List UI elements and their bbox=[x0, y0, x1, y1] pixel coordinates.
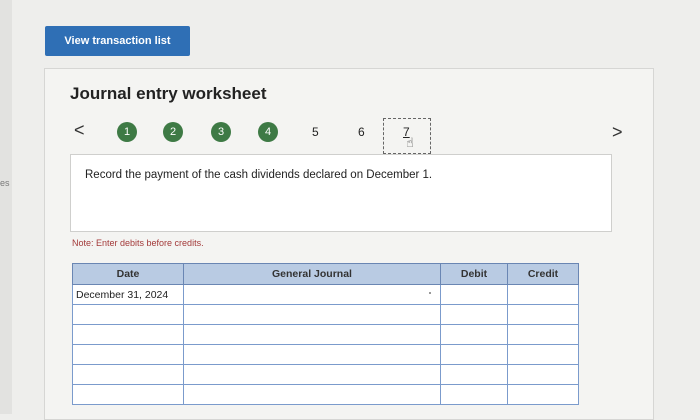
step-5[interactable]: 5 bbox=[312, 122, 319, 142]
debit-cell[interactable] bbox=[440, 384, 508, 405]
left-sidebar-strip bbox=[0, 0, 12, 414]
credit-cell[interactable] bbox=[507, 364, 579, 385]
debit-cell[interactable] bbox=[440, 324, 508, 345]
step-2-completed[interactable]: 2 bbox=[163, 122, 183, 142]
general-journal-header: General Journal bbox=[183, 263, 441, 285]
instruction-text: Record the payment of the cash dividends… bbox=[85, 169, 433, 181]
account-cell[interactable] bbox=[183, 324, 441, 345]
account-cell[interactable] bbox=[183, 384, 441, 405]
debit-input[interactable] bbox=[444, 366, 504, 383]
table-row bbox=[72, 384, 579, 405]
prev-step-arrow[interactable]: < bbox=[74, 120, 85, 140]
credit-input[interactable] bbox=[511, 386, 575, 403]
credit-cell[interactable] bbox=[507, 344, 579, 365]
date-cell bbox=[72, 344, 184, 365]
next-step-arrow[interactable]: > bbox=[612, 122, 623, 142]
step-6[interactable]: 6 bbox=[358, 122, 365, 142]
view-transaction-list-button[interactable]: View transaction list bbox=[45, 26, 190, 56]
debit-header: Debit bbox=[440, 263, 508, 285]
debit-cell[interactable] bbox=[440, 344, 508, 365]
date-cell bbox=[72, 364, 184, 385]
account-cell[interactable] bbox=[183, 344, 441, 365]
table-row bbox=[72, 364, 579, 385]
debit-input[interactable] bbox=[444, 386, 504, 403]
credit-input[interactable] bbox=[511, 286, 575, 303]
date-cell bbox=[72, 384, 184, 405]
account-input[interactable] bbox=[187, 386, 437, 403]
debit-input[interactable] bbox=[444, 306, 504, 323]
credit-input[interactable] bbox=[511, 346, 575, 363]
credit-input[interactable] bbox=[511, 366, 575, 383]
journal-table: Date General Journal Debit Credit Decemb… bbox=[72, 263, 579, 405]
credit-input[interactable] bbox=[511, 306, 575, 323]
date-header: Date bbox=[72, 263, 184, 285]
account-cell[interactable] bbox=[183, 284, 441, 305]
dropdown-dot-icon bbox=[429, 292, 431, 294]
credit-header: Credit bbox=[507, 263, 579, 285]
table-row: December 31, 2024 bbox=[72, 284, 579, 305]
debit-cell[interactable] bbox=[440, 304, 508, 325]
account-cell[interactable] bbox=[183, 364, 441, 385]
debit-cell[interactable] bbox=[440, 284, 508, 305]
step-4-completed[interactable]: 4 bbox=[258, 122, 278, 142]
step-1-completed[interactable]: 1 bbox=[117, 122, 137, 142]
account-input[interactable] bbox=[187, 326, 437, 343]
instruction-box: Record the payment of the cash dividends… bbox=[70, 154, 612, 232]
debit-input[interactable] bbox=[444, 346, 504, 363]
date-cell bbox=[72, 304, 184, 325]
step-3-completed[interactable]: 3 bbox=[211, 122, 231, 142]
account-input[interactable] bbox=[187, 366, 437, 383]
account-input[interactable] bbox=[187, 346, 437, 363]
credit-cell[interactable] bbox=[507, 304, 579, 325]
sidebar-clipped-text: es bbox=[0, 178, 10, 188]
debit-input[interactable] bbox=[444, 326, 504, 343]
date-cell bbox=[72, 324, 184, 345]
date-cell: December 31, 2024 bbox=[72, 284, 184, 305]
account-input[interactable] bbox=[187, 306, 437, 323]
entry-note: Note: Enter debits before credits. bbox=[72, 238, 204, 248]
table-row bbox=[72, 304, 579, 325]
account-cell[interactable] bbox=[183, 304, 441, 325]
credit-cell[interactable] bbox=[507, 384, 579, 405]
credit-cell[interactable] bbox=[507, 324, 579, 345]
debit-input[interactable] bbox=[444, 286, 504, 303]
table-row bbox=[72, 324, 579, 345]
debit-cell[interactable] bbox=[440, 364, 508, 385]
worksheet-title: Journal entry worksheet bbox=[70, 84, 267, 103]
table-row bbox=[72, 344, 579, 365]
pointer-hand-icon: ☝ bbox=[406, 135, 414, 150]
credit-input[interactable] bbox=[511, 326, 575, 343]
step-7-current[interactable]: 7 ☝ bbox=[383, 118, 431, 154]
credit-cell[interactable] bbox=[507, 284, 579, 305]
account-input[interactable] bbox=[187, 286, 437, 303]
